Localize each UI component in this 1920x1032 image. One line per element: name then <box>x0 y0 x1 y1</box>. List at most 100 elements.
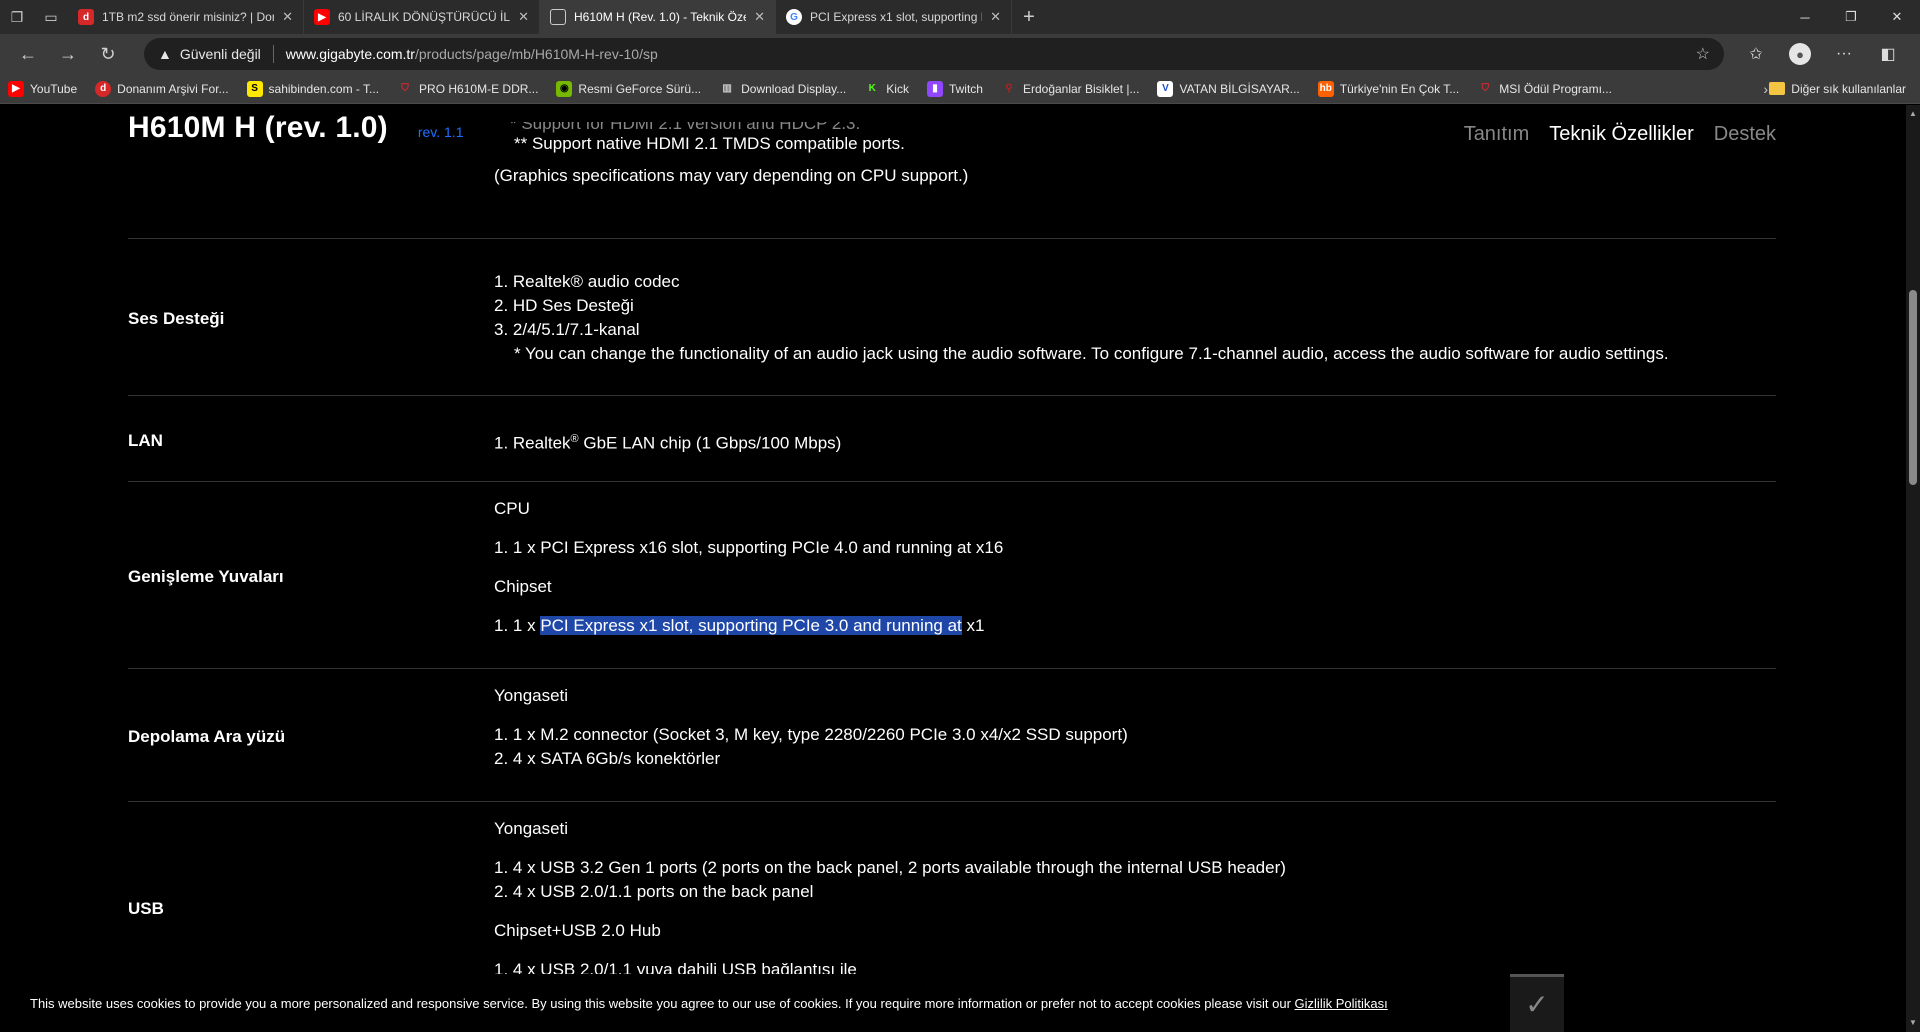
workspaces-icon[interactable]: ❐ <box>0 0 34 34</box>
page-nav: Tanıtım Teknik Özellikler Destek <box>1444 123 1776 146</box>
divider <box>128 238 1776 239</box>
lan-item-rest: GbE LAN chip (1 Gbps/100 Mbps) <box>578 433 842 453</box>
bookmark-sahibinden[interactable]: Ssahibinden.com - T... <box>246 80 380 97</box>
cookie-text: This website uses cookies to provide you… <box>30 996 1388 1011</box>
msi-icon: ⛉ <box>401 83 409 94</box>
tab-4[interactable]: G PCI Express x1 slot, supporting PC ✕ <box>776 0 1012 34</box>
bookmark-label: YouTube <box>30 81 78 96</box>
url-host: www.gigabyte.com.tr <box>285 46 415 62</box>
graphics-note: (Graphics specifications may vary depend… <box>494 166 969 185</box>
hepsiburada-icon: hb <box>1317 80 1334 97</box>
selected-text[interactable]: PCI Express x1 slot, supporting PCIe 3.0… <box>540 616 962 635</box>
address-divider <box>272 45 274 63</box>
sidebar-icon[interactable]: ◧ <box>1866 38 1910 70</box>
page-viewport: H610M H (rev. 1.0) rev. 1.1 Tanıtım Tekn… <box>0 105 1906 1032</box>
bookmark-hepsiburada[interactable]: hb Türkiye'nin En Çok T... <box>1317 80 1459 97</box>
bookmark-label: Download Display... <box>741 81 847 96</box>
close-icon[interactable]: ✕ <box>990 9 1001 25</box>
close-icon[interactable]: ✕ <box>518 9 529 25</box>
list-item: 1. 1 x M.2 connector (Socket 3, M key, t… <box>494 725 1128 744</box>
privacy-policy-link[interactable]: Gizlilik Politikası <box>1295 996 1388 1011</box>
avatar[interactable]: ● <box>1789 43 1811 65</box>
nav-specs[interactable]: Teknik Özellikler <box>1549 123 1693 146</box>
security-label[interactable]: Güvenli değil <box>180 46 261 62</box>
expansion-label: Genişleme Yuvaları <box>128 567 284 586</box>
lan-label: LAN <box>128 431 163 450</box>
registered-mark: ® <box>570 433 579 445</box>
bookmark-label: sahibinden.com - T... <box>268 81 380 96</box>
tab-2[interactable]: ▶ 60 LİRALIK DÖNÜŞTÜRÜCÜ İLE BİL ✕ <box>304 0 540 34</box>
bookmark-donanimarsivi[interactable]: d Donanım Arşivi For... <box>95 80 229 97</box>
address-bar[interactable]: ▲ Güvenli değil www.gigabyte.com.tr/prod… <box>144 38 1724 70</box>
google-icon: G <box>786 9 802 25</box>
list-item: 1. 4 x USB 3.2 Gen 1 ports (2 ports on t… <box>494 858 1286 877</box>
close-icon[interactable]: ✕ <box>754 9 765 25</box>
audio-label: Ses Desteği <box>128 309 225 328</box>
nav-overview[interactable]: Tanıtım <box>1464 123 1530 146</box>
cookie-banner: This website uses cookies to provide you… <box>0 974 1906 1032</box>
scrollbar-thumb[interactable] <box>1909 290 1917 485</box>
bookmark-kick[interactable]: K Kick <box>864 81 909 97</box>
bookmark-label: Kick <box>886 81 909 96</box>
page-scrollbar[interactable]: ▲ ▼ <box>1906 105 1920 1032</box>
reload-button[interactable]: ↻ <box>90 38 126 70</box>
favorites-icon[interactable]: ✩ <box>1734 38 1778 70</box>
rev-link[interactable]: rev. 1.1 <box>418 124 464 140</box>
window-controls: ─ ❐ ✕ <box>1782 0 1920 34</box>
scroll-up-icon[interactable]: ▲ <box>1906 107 1920 121</box>
tab-actions-icon[interactable]: ▭ <box>34 0 68 34</box>
scroll-down-icon[interactable]: ▼ <box>1906 1016 1920 1030</box>
forward-button[interactable]: → <box>50 38 86 70</box>
bookmark-label: MSI Ödül Programı... <box>1499 81 1612 96</box>
bookmark-msi-odul[interactable]: ⛉ MSI Ödül Programı... <box>1477 81 1612 97</box>
kick-icon: K <box>868 83 876 94</box>
new-tab-button[interactable]: + <box>1012 0 1046 34</box>
bookmark-label: Donanım Arşivi For... <box>117 81 229 96</box>
chevron-right-icon[interactable]: › <box>1763 81 1768 97</box>
folder-icon <box>1769 82 1786 95</box>
restore-icon[interactable]: ❐ <box>1828 0 1874 34</box>
warning-icon[interactable]: ▲ <box>158 46 172 62</box>
browser-toolbar: ← → ↻ ▲ Güvenli değil www.gigabyte.com.t… <box>0 34 1920 74</box>
bookmark-bisiklet[interactable]: ⚲ Erdoğanlar Bisiklet |... <box>1001 81 1139 97</box>
bookmark-nvidia[interactable]: ◉ Resmi GeForce Sürü... <box>556 80 702 97</box>
tab-1[interactable]: d 1TB m2 ssd önerir misiniz? | Dona ✕ <box>68 0 304 34</box>
bookmark-label: Twitch <box>948 81 983 96</box>
chipset-item-suffix: x1 <box>961 616 985 635</box>
bookmark-label: Resmi GeForce Sürü... <box>578 81 702 96</box>
graphics-line: ** Support native HDMI 2.1 TMDS compatib… <box>514 134 905 153</box>
minimize-icon[interactable]: ─ <box>1782 0 1828 34</box>
checkmark-icon: ✓ <box>1525 989 1549 1020</box>
usb-list: 1. 4 x USB 3.2 Gen 1 ports (2 ports on t… <box>494 856 1286 904</box>
nav-support[interactable]: Destek <box>1714 123 1776 146</box>
donanimarsivi-icon: d <box>95 80 112 97</box>
bookmark-label: VATAN BİLGİSAYAR... <box>1179 81 1300 96</box>
more-menu-icon[interactable]: ··· <box>1822 38 1866 70</box>
other-bookmarks[interactable]: Diğer sık kullanılanlar <box>1769 82 1906 96</box>
bookmark-twitch[interactable]: ▮ Twitch <box>926 80 983 97</box>
list-item: 2. HD Ses Desteği <box>494 296 634 315</box>
youtube-icon: ▶ <box>314 9 330 25</box>
other-bookmarks-label: Diğer sık kullanılanlar <box>1791 81 1906 96</box>
chipset-item-prefix: 1. 1 x <box>494 616 541 635</box>
bookmark-vatan[interactable]: V VATAN BİLGİSAYAR... <box>1157 80 1300 97</box>
star-icon[interactable]: ☆ <box>1696 44 1710 64</box>
back-button[interactable]: ← <box>10 38 46 70</box>
expansion-cpu-heading: CPU <box>494 499 530 518</box>
close-window-icon[interactable]: ✕ <box>1874 0 1920 34</box>
msi-icon: ⛉ <box>1481 83 1489 94</box>
cookie-accept-button[interactable]: ✓ <box>1510 974 1564 1032</box>
twitch-icon: ▮ <box>926 80 943 97</box>
vatan-icon: V <box>1157 80 1174 97</box>
bookmark-guru3d[interactable]: ▥ Download Display... <box>719 81 846 97</box>
list-item: 1. Realtek® audio codec <box>494 272 680 291</box>
divider <box>128 801 1776 802</box>
audio-note: * You can change the functionality of an… <box>514 344 1669 363</box>
guru3d-icon: ▥ <box>722 83 732 94</box>
expansion-cpu-item: 1. 1 x PCI Express x16 slot, supporting … <box>494 538 1004 557</box>
list-item: 2. 4 x USB 2.0/1.1 ports on the back pan… <box>494 882 814 901</box>
tab-3[interactable]: H610M H (Rev. 1.0) - Teknik Özellik ✕ <box>540 0 776 34</box>
bookmark-youtube[interactable]: ▶ YouTube <box>8 80 78 97</box>
close-icon[interactable]: ✕ <box>282 9 293 25</box>
bookmark-msi-board[interactable]: ⛉ PRO H610M-E DDR... <box>397 81 538 97</box>
